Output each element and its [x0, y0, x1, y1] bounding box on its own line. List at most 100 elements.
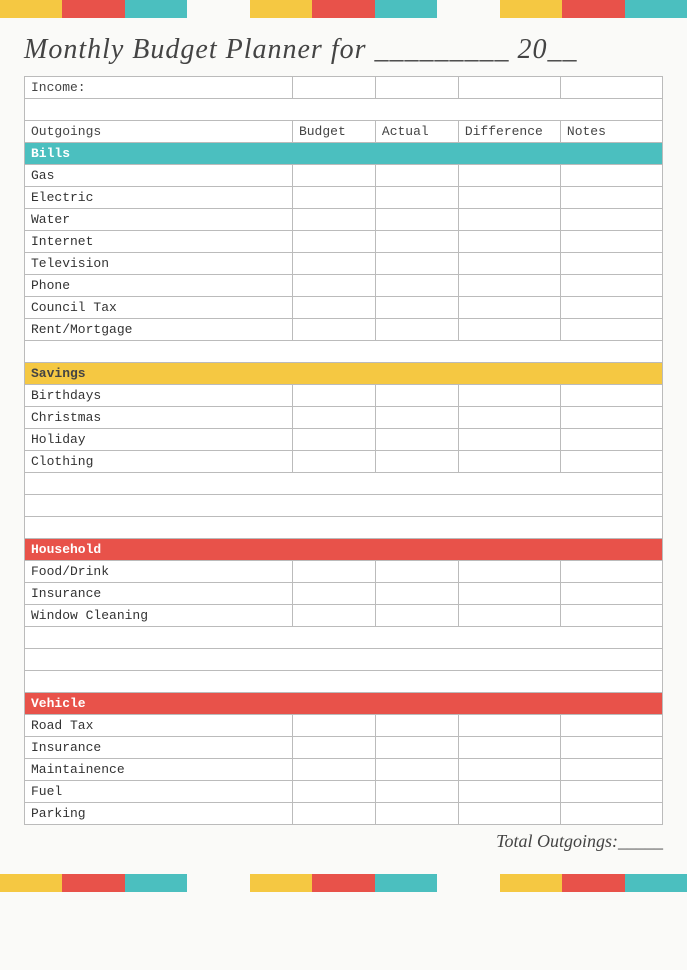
table-row: Gas: [25, 165, 663, 187]
item-diff: [458, 451, 560, 473]
item-budget: [292, 385, 375, 407]
item-label: Food/Drink: [25, 561, 293, 583]
income-notes: [560, 77, 662, 99]
item-budget: [292, 583, 375, 605]
item-notes: [560, 583, 662, 605]
item-notes: [560, 165, 662, 187]
item-notes: [560, 561, 662, 583]
table-row: Insurance: [25, 737, 663, 759]
item-actual: [375, 781, 458, 803]
spacer-row: [25, 517, 663, 539]
item-notes: [560, 605, 662, 627]
table-row: Water: [25, 209, 663, 231]
item-diff: [458, 605, 560, 627]
item-budget: [292, 737, 375, 759]
item-budget: [292, 319, 375, 341]
spacer-row: [25, 99, 663, 121]
spacer-row: [25, 649, 663, 671]
item-notes: [560, 759, 662, 781]
bills-label: Bills: [25, 143, 663, 165]
item-actual: [375, 561, 458, 583]
item-notes: [560, 407, 662, 429]
col-actual-header: Actual: [375, 121, 458, 143]
top-color-bar: [0, 0, 687, 18]
item-label: Rent/Mortgage: [25, 319, 293, 341]
item-label: Window Cleaning: [25, 605, 293, 627]
item-label: Holiday: [25, 429, 293, 451]
spacer-row: [25, 495, 663, 517]
budget-table: Income: Outgoings Budget Actual Differen…: [24, 76, 663, 825]
item-actual: [375, 275, 458, 297]
table-row: Television: [25, 253, 663, 275]
item-label: Council Tax: [25, 297, 293, 319]
item-notes: [560, 231, 662, 253]
household-label: Household: [25, 539, 663, 561]
item-actual: [375, 165, 458, 187]
page: Monthly Budget Planner for _________ 20_…: [0, 0, 687, 970]
item-diff: [458, 561, 560, 583]
item-label: Phone: [25, 275, 293, 297]
table-row: Phone: [25, 275, 663, 297]
main-content: Income: Outgoings Budget Actual Differen…: [0, 76, 687, 866]
table-row: Insurance: [25, 583, 663, 605]
item-budget: [292, 165, 375, 187]
item-diff: [458, 275, 560, 297]
item-diff: [458, 803, 560, 825]
item-diff: [458, 385, 560, 407]
table-row: Food/Drink: [25, 561, 663, 583]
page-title: Monthly Budget Planner for _________ 20_…: [0, 18, 687, 76]
item-label: Television: [25, 253, 293, 275]
item-label: Water: [25, 209, 293, 231]
item-actual: [375, 297, 458, 319]
item-budget: [292, 297, 375, 319]
item-budget: [292, 803, 375, 825]
item-notes: [560, 187, 662, 209]
item-notes: [560, 209, 662, 231]
item-budget: [292, 451, 375, 473]
table-row: Internet: [25, 231, 663, 253]
col-difference-header: Difference: [458, 121, 560, 143]
item-actual: [375, 759, 458, 781]
item-budget: [292, 209, 375, 231]
table-row: Fuel: [25, 781, 663, 803]
item-notes: [560, 429, 662, 451]
table-row: Window Cleaning: [25, 605, 663, 627]
spacer-row: [25, 671, 663, 693]
total-outgoings: Total Outgoings:_____: [24, 825, 663, 856]
income-diff: [458, 77, 560, 99]
savings-section-header: Savings: [25, 363, 663, 385]
vehicle-section-header: Vehicle: [25, 693, 663, 715]
item-label: Gas: [25, 165, 293, 187]
item-diff: [458, 781, 560, 803]
item-notes: [560, 385, 662, 407]
item-notes: [560, 253, 662, 275]
savings-label: Savings: [25, 363, 663, 385]
table-row: Holiday: [25, 429, 663, 451]
item-label: Maintainence: [25, 759, 293, 781]
item-label: Insurance: [25, 583, 293, 605]
item-notes: [560, 319, 662, 341]
item-diff: [458, 165, 560, 187]
column-headers: Outgoings Budget Actual Difference Notes: [25, 121, 663, 143]
item-notes: [560, 451, 662, 473]
spacer-row: [25, 473, 663, 495]
item-diff: [458, 187, 560, 209]
income-row: Income:: [25, 77, 663, 99]
table-row: Electric: [25, 187, 663, 209]
item-notes: [560, 715, 662, 737]
item-actual: [375, 429, 458, 451]
item-label: Electric: [25, 187, 293, 209]
item-budget: [292, 275, 375, 297]
household-section-header: Household: [25, 539, 663, 561]
item-label: Birthdays: [25, 385, 293, 407]
item-label: Christmas: [25, 407, 293, 429]
item-actual: [375, 231, 458, 253]
item-diff: [458, 429, 560, 451]
item-budget: [292, 605, 375, 627]
income-budget: [292, 77, 375, 99]
table-row: Maintainence: [25, 759, 663, 781]
item-budget: [292, 759, 375, 781]
table-row: Birthdays: [25, 385, 663, 407]
item-diff: [458, 715, 560, 737]
spacer-row: [25, 341, 663, 363]
